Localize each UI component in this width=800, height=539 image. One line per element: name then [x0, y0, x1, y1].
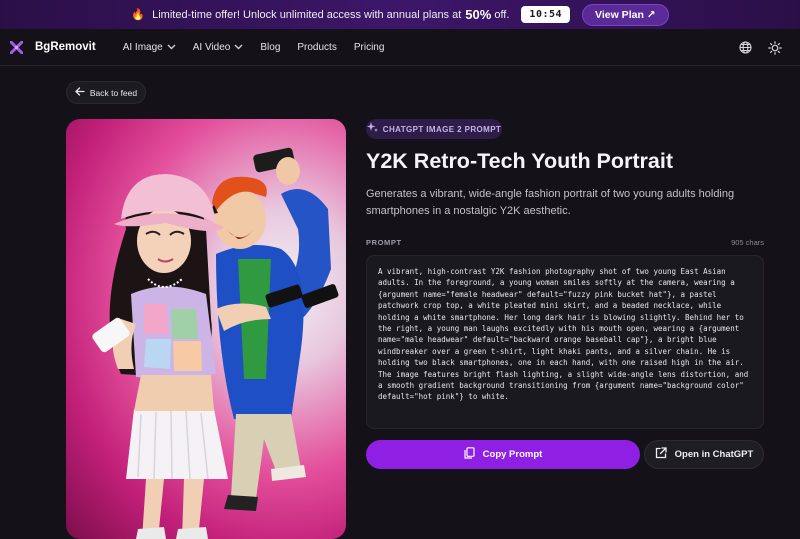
view-plan-button[interactable]: View Plan ↗	[582, 3, 669, 26]
promo-suffix: off.	[494, 8, 510, 21]
brand-name[interactable]: BgRemovit	[35, 41, 96, 53]
open-in-chatgpt-button[interactable]: Open in ChatGPT	[644, 440, 764, 469]
fire-icon: 🔥	[131, 9, 146, 21]
char-count: 905 chars	[731, 238, 764, 247]
copy-label: Copy Prompt	[482, 449, 543, 460]
promo-percent: 50%	[465, 7, 492, 22]
copy-prompt-button[interactable]: Copy Prompt	[366, 440, 640, 469]
model-badge: CHATGPT IMAGE 2 PROMPT	[366, 119, 502, 139]
chevron-down-icon	[234, 43, 243, 52]
nav-item-blog[interactable]: Blog	[260, 42, 280, 53]
globe-icon[interactable]	[739, 41, 752, 54]
copy-icon	[464, 447, 483, 462]
nav-item-ai-video[interactable]: AI Video	[193, 42, 244, 53]
badge-label: CHATGPT IMAGE 2 PROMPT	[382, 124, 502, 134]
description: Generates a vibrant, wide-angle fashion …	[366, 188, 735, 217]
nav-item-label: AI Image	[122, 41, 163, 53]
nav-item-products[interactable]: Products	[297, 42, 336, 53]
promo-text: Limited-time offer! Unlock unlimited acc…	[152, 8, 462, 21]
nav-item-pricing[interactable]: Pricing	[354, 42, 385, 53]
generated-image	[66, 119, 346, 539]
prompt-label: PROMPT	[366, 238, 402, 247]
external-link-icon	[655, 447, 675, 462]
page-title: Y2K Retro-Tech Youth Portrait	[366, 149, 674, 173]
back-to-feed-button[interactable]: Back to feed	[66, 81, 146, 104]
nav-item-ai-image[interactable]: AI Image	[123, 42, 176, 53]
countdown-timer: 10:54	[521, 6, 571, 23]
nav-item-label: AI Video	[192, 41, 231, 53]
prompt-text[interactable]: A vibrant, high-contrast Y2K fashion pho…	[366, 255, 764, 429]
arrow-left-icon	[74, 86, 85, 99]
promo-banner: 🔥 Limited-time offer! Unlock unlimited a…	[0, 0, 800, 29]
top-nav: BgRemovit AI Image AI Video Blog Product…	[0, 29, 800, 66]
brand-logo-icon[interactable]	[9, 40, 24, 54]
chevron-down-icon	[167, 43, 176, 52]
portrait-illustration	[92, 147, 339, 539]
sparkle-icon	[366, 122, 378, 136]
open-label: Open in ChatGPT	[674, 449, 754, 460]
back-label: Back to feed	[89, 87, 138, 98]
sun-icon[interactable]	[768, 40, 782, 55]
